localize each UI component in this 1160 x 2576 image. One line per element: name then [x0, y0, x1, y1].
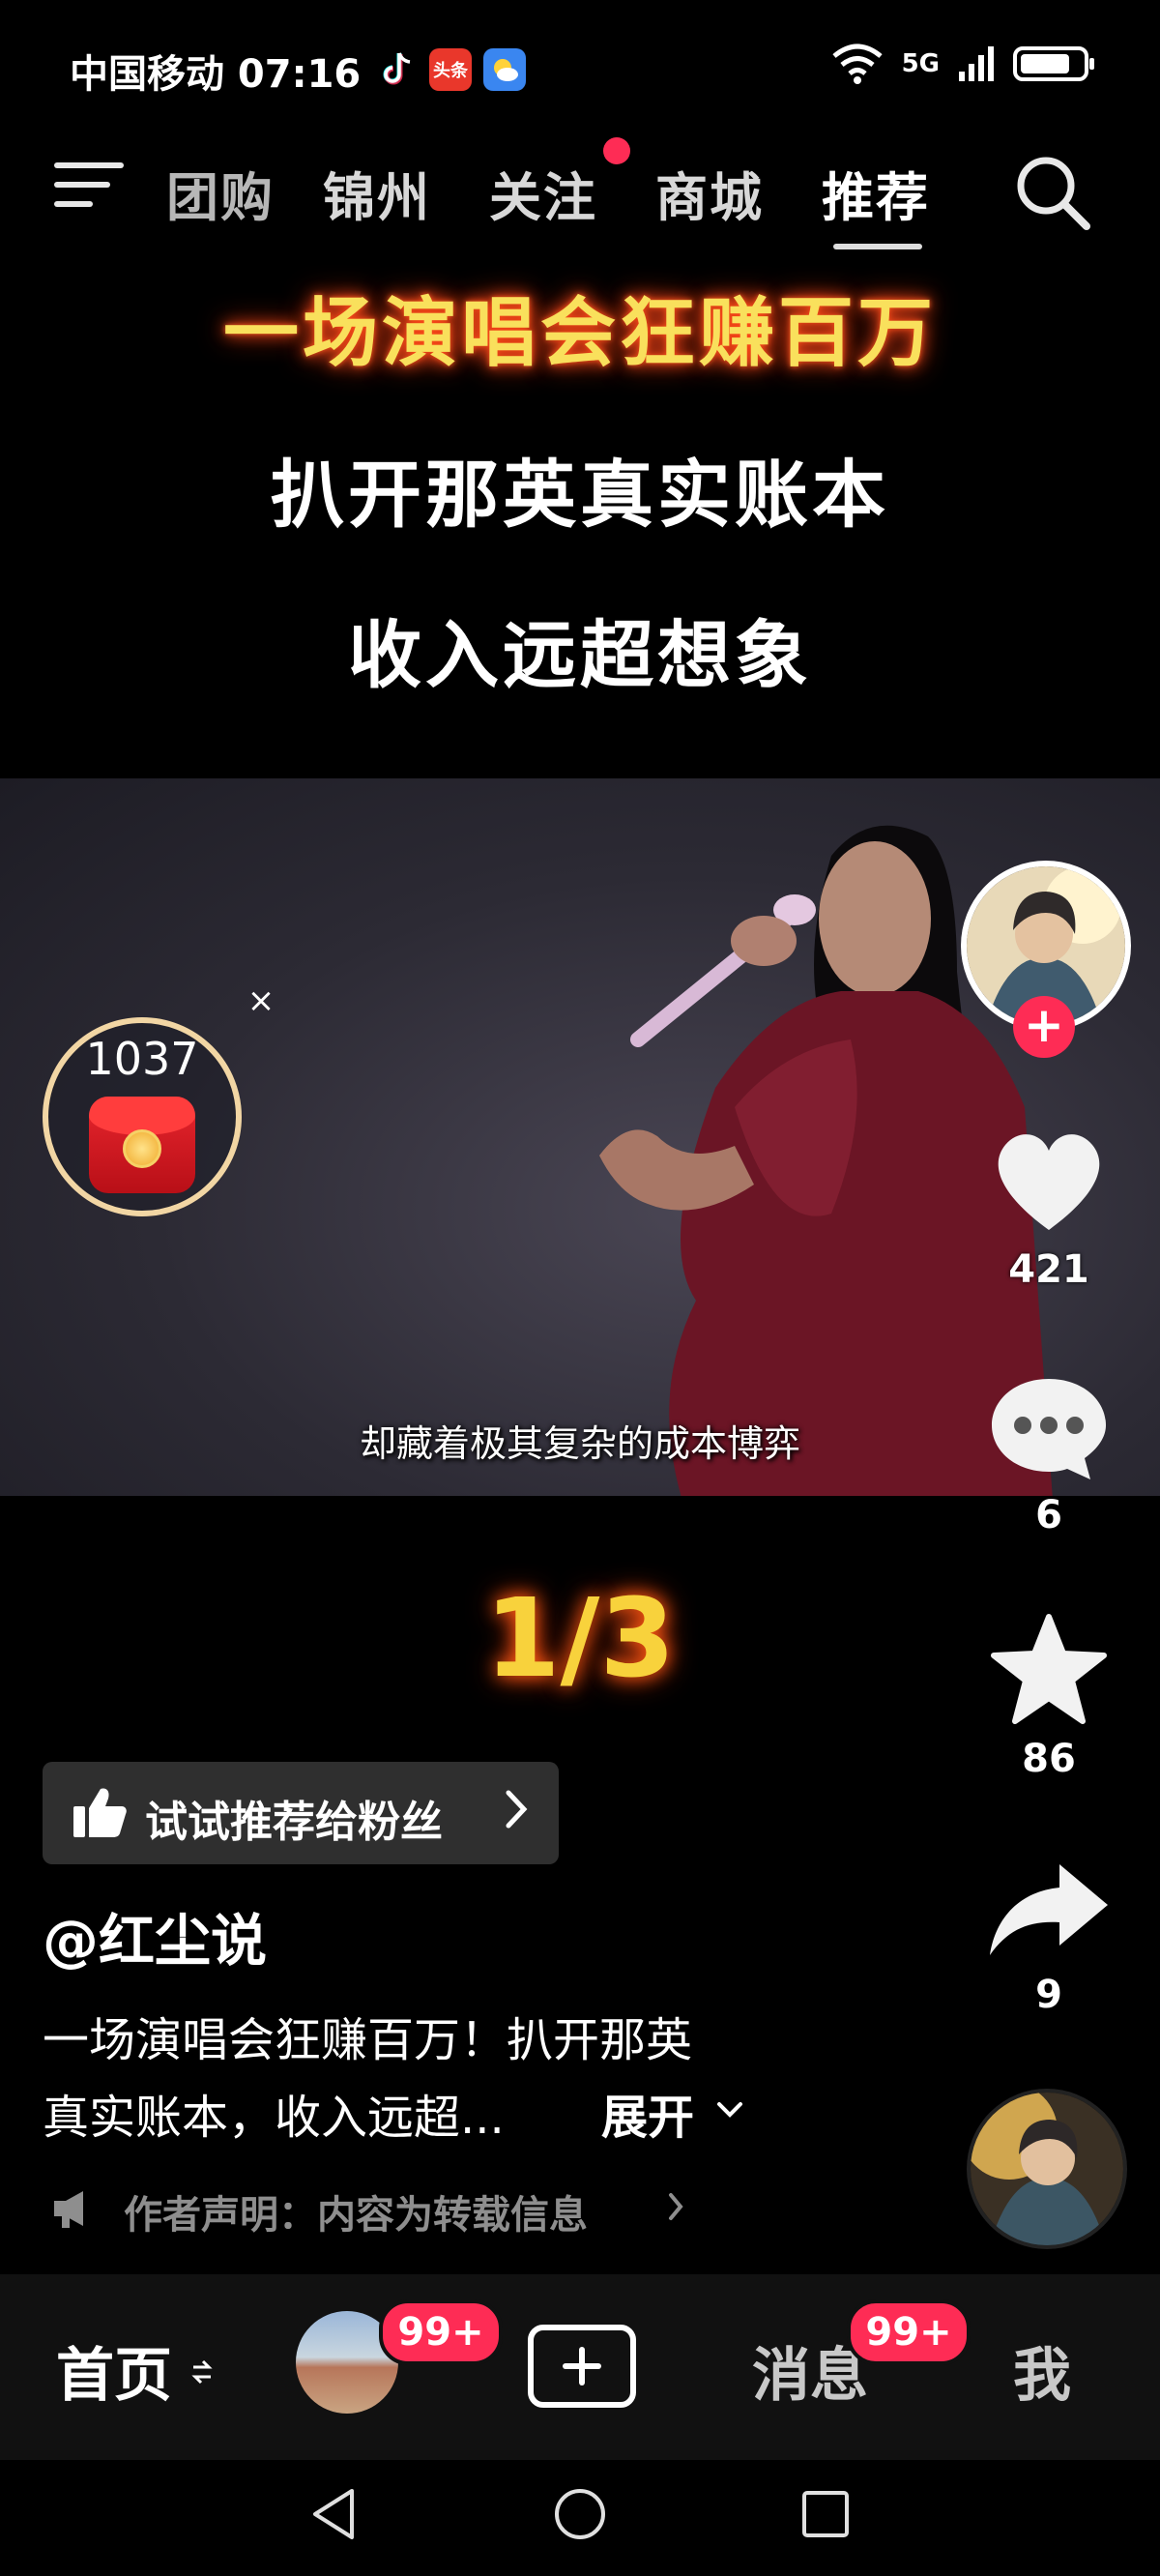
status-indicators: 5G: [830, 43, 1094, 85]
toutiao-app-icon: 头条: [429, 48, 472, 91]
tiktok-app-icon: [375, 48, 418, 91]
nav-me[interactable]: 我: [1013, 2328, 1071, 2413]
refresh-toggle-icon: [189, 2357, 215, 2390]
music-disc[interactable]: [967, 2089, 1127, 2249]
comment-bubble-icon[interactable]: [986, 1371, 1112, 1487]
home-circle-icon[interactable]: [553, 2487, 607, 2545]
red-packet-close-icon[interactable]: ×: [244, 983, 278, 1018]
menu-icon[interactable]: [54, 162, 124, 217]
signal-icon: [959, 46, 994, 81]
chevron-right-icon: [503, 1785, 532, 1833]
weather-app-icon: [483, 48, 526, 91]
share-arrow-icon[interactable]: [986, 1853, 1112, 1969]
headline-title: 一场演唱会狂赚百万: [222, 290, 937, 377]
megaphone-icon: [50, 2187, 97, 2230]
tab-recommended[interactable]: 推荐: [822, 155, 930, 231]
tab-following[interactable]: 关注: [489, 155, 597, 231]
post-description-line-1: 一场演唱会狂赚百万！扒开那英: [43, 2013, 693, 2067]
notification-dot: [603, 137, 630, 164]
tab-group-buy[interactable]: 团购: [166, 155, 275, 231]
network-label: 5G: [901, 49, 940, 78]
favorite-count: 86: [1022, 1737, 1076, 1781]
back-icon[interactable]: [307, 2485, 362, 2547]
create-post-button[interactable]: [528, 2325, 636, 2408]
author-name[interactable]: @红尘说: [43, 1895, 267, 1976]
post-description-line-2: 真实账本，收入远超...: [43, 2091, 505, 2145]
comment-count: 6: [1035, 1493, 1062, 1537]
thumbs-up-icon: [72, 1785, 128, 1839]
tab-mall[interactable]: 商城: [655, 155, 764, 231]
chevron-right-icon: [667, 2191, 686, 2222]
headline-subtitle-2: 收入远超想象: [348, 612, 812, 698]
expand-description-button[interactable]: 展开: [601, 2079, 694, 2147]
friends-badge: 99+: [379, 2299, 503, 2365]
tab-jinzhou[interactable]: 锦州: [323, 155, 431, 231]
gold-coin-icon: [123, 1129, 161, 1168]
active-tab-indicator: [833, 244, 922, 249]
wifi-icon: [831, 44, 883, 84]
battery-icon: [1013, 46, 1094, 81]
carrier-time: 中国移动 07:16: [70, 52, 362, 97]
share-count: 9: [1035, 1973, 1062, 2017]
recommend-chip-label: 试试推荐给粉丝: [145, 1798, 443, 1847]
red-packet-count: 1037: [85, 1033, 199, 1085]
chevron-down-icon: [715, 2098, 744, 2122]
search-icon[interactable]: [1009, 149, 1096, 236]
recents-square-icon[interactable]: [800, 2489, 851, 2543]
headline-subtitle-1: 扒开那英真实账本: [271, 452, 889, 538]
like-heart-icon[interactable]: [986, 1124, 1112, 1240]
like-count: 421: [1008, 1247, 1089, 1292]
nav-home[interactable]: 首页: [56, 2328, 172, 2413]
messages-badge: 99+: [847, 2299, 971, 2365]
image-page-counter: 1/3: [484, 1576, 676, 1702]
follow-plus-button[interactable]: +: [1013, 996, 1075, 1058]
author-statement[interactable]: 作者声明：内容为转载信息: [124, 2183, 588, 2239]
